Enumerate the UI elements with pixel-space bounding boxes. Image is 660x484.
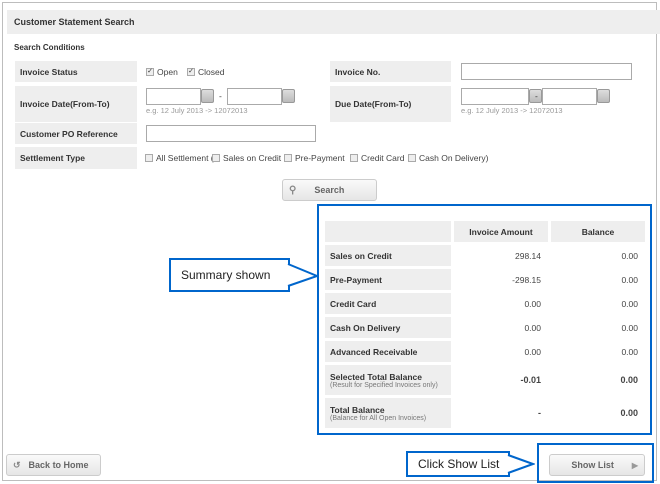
balance-cell: 0.00 — [621, 250, 638, 261]
show-list-callout: Click Show List — [406, 451, 510, 477]
balance-cell: 0.00 — [621, 298, 638, 309]
date-separator: - — [219, 91, 222, 101]
show-list-label: Show List — [571, 460, 614, 470]
balance-cell: 0.00 — [621, 322, 638, 333]
invoice-amount-cell: 298.14 — [515, 250, 541, 261]
customer-po-label: Customer PO Reference — [15, 123, 137, 144]
page-title: Customer Statement Search — [7, 10, 660, 34]
row-label: Cash On Delivery — [330, 322, 401, 333]
option-label: Credit Card — [361, 153, 405, 163]
callout-text: Summary shown — [181, 268, 271, 282]
back-label: Back to Home — [28, 460, 89, 470]
invoice-date-hint: e.g. 12 July 2013 -> 12072013 — [146, 106, 248, 115]
checkbox-icon — [350, 154, 358, 162]
invoice-amount-cell: - — [538, 408, 541, 418]
settlement-credit-card-checkbox[interactable]: Credit Card — [350, 153, 404, 163]
balance-cell: 0.00 — [620, 375, 638, 385]
invoice-date-from-input[interactable] — [146, 88, 201, 105]
calendar-icon[interactable] — [201, 89, 214, 103]
status-closed-checkbox[interactable]: ✓ Closed — [187, 67, 224, 77]
callout-arrow-icon — [287, 263, 319, 287]
due-date-from-input[interactable] — [461, 88, 529, 105]
callout-arrow-icon — [507, 454, 535, 474]
invoice-amount-cell: 0.00 — [524, 346, 541, 357]
customer-po-input[interactable] — [146, 125, 316, 142]
checkbox-icon — [145, 154, 153, 162]
section-title: Search Conditions — [14, 43, 85, 52]
checkbox-icon — [212, 154, 220, 162]
calendar-icon[interactable] — [597, 89, 610, 103]
open-label: Open — [157, 67, 178, 77]
checkbox-checked-icon: ✓ — [146, 68, 154, 76]
row-note: (Result for Specified Invoices only) — [330, 381, 438, 389]
summary-row-label: Total Balance (Balance for All Open Invoi… — [325, 398, 451, 428]
invoice-date-to-input[interactable] — [227, 88, 282, 105]
summary-row-label: Cash On Delivery — [325, 317, 451, 338]
row-label: Pre-Payment — [330, 274, 382, 285]
balance-cell: 0.00 — [621, 346, 638, 357]
checkbox-checked-icon: ✓ — [187, 68, 195, 76]
return-icon: ↺ — [13, 459, 21, 470]
row-note: (Balance for All Open Invoices) — [330, 414, 427, 422]
settlement-all-checkbox[interactable]: All Settlement ( — [145, 153, 214, 163]
summary-row-label: Pre-Payment — [325, 269, 451, 290]
due-date-to-input[interactable] — [542, 88, 597, 105]
date-separator: - — [535, 91, 538, 101]
option-label: Sales on Credit — [223, 153, 282, 163]
summary-row-label: Credit Card — [325, 293, 451, 314]
row-label: Total Balance — [330, 404, 385, 415]
invoice-date-label: Invoice Date(From-To) — [15, 86, 137, 122]
search-icon: ⚲ — [289, 184, 297, 196]
invoice-amount-cell: -0.01 — [520, 375, 541, 385]
due-date-label: Due Date(From-To) — [330, 86, 451, 122]
summary-row-label: Advanced Receivable — [325, 341, 451, 362]
checkbox-icon — [284, 154, 292, 162]
row-label: Selected Total Balance — [330, 371, 422, 382]
search-button[interactable]: ⚲ Search — [282, 179, 377, 201]
invoice-amount-cell: 0.00 — [524, 322, 541, 333]
row-label: Sales on Credit — [330, 250, 392, 261]
option-label: All Settlement ( — [156, 153, 214, 163]
settlement-type-label: Settlement Type — [15, 147, 137, 169]
summary-row-label: Sales on Credit — [325, 245, 451, 266]
status-open-checkbox[interactable]: ✓ Open — [146, 67, 178, 77]
checkbox-icon — [408, 154, 416, 162]
calendar-icon[interactable] — [282, 89, 295, 103]
invoice-amount-cell: 0.00 — [524, 298, 541, 309]
balance-cell: 0.00 — [620, 408, 638, 418]
header-invoice-amount: Invoice Amount — [454, 221, 548, 242]
settlement-sales-credit-checkbox[interactable]: Sales on Credit — [212, 153, 281, 163]
callout-text: Click Show List — [418, 457, 500, 471]
closed-label: Closed — [198, 67, 225, 77]
header-balance: Balance — [551, 221, 645, 242]
search-label: Search — [314, 185, 345, 195]
invoice-status-label: Invoice Status — [15, 61, 137, 82]
back-to-home-button[interactable]: ↺ Back to Home — [6, 454, 101, 476]
summary-callout: Summary shown — [169, 258, 290, 292]
row-label: Credit Card — [330, 298, 377, 309]
invoice-no-label: Invoice No. — [330, 61, 451, 82]
summary-header-blank — [325, 221, 451, 242]
settlement-prepayment-checkbox[interactable]: Pre-Payment — [284, 153, 345, 163]
balance-cell: 0.00 — [621, 274, 638, 285]
option-label: Pre-Payment — [295, 153, 345, 163]
show-list-button[interactable]: Show List ▶ — [549, 454, 645, 476]
invoice-no-input[interactable] — [461, 63, 632, 80]
due-date-hint: e.g. 12 July 2013 -> 12072013 — [461, 106, 563, 115]
settlement-cod-checkbox[interactable]: Cash On Delivery) — [408, 153, 488, 163]
invoice-amount-cell: -298.15 — [512, 274, 541, 285]
row-label: Advanced Receivable — [330, 346, 418, 357]
option-label: Cash On Delivery) — [419, 153, 489, 163]
summary-row-label: Selected Total Balance (Result for Specif… — [325, 365, 451, 395]
play-arrow-icon: ▶ — [631, 460, 638, 470]
